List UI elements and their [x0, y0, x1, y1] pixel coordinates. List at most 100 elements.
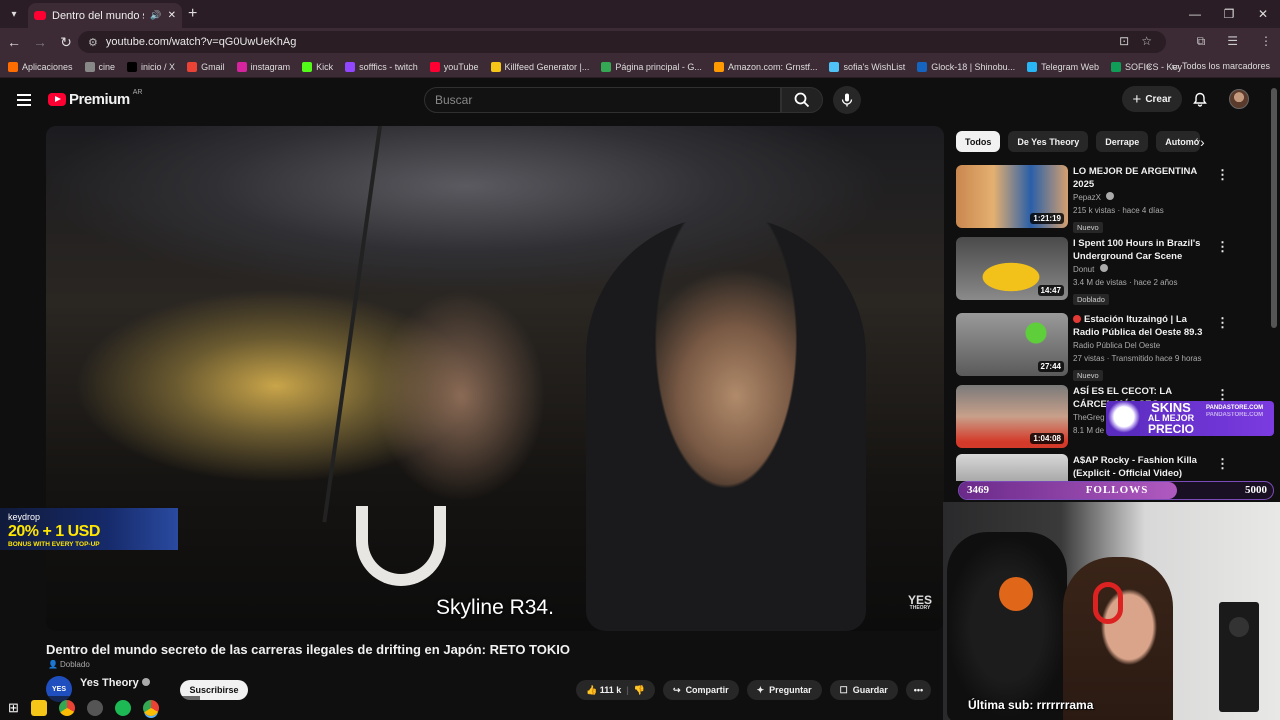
search-input[interactable]: Buscar	[424, 87, 781, 113]
create-button[interactable]: + Crear	[1122, 86, 1182, 112]
install-app-icon[interactable]: ⊡	[1119, 34, 1129, 48]
bookmark-item[interactable]: Killfeed Generator |...	[490, 61, 590, 72]
search-button[interactable]	[781, 87, 823, 113]
chip-cars[interactable]: Automóvi	[1156, 131, 1201, 152]
site-info-icon[interactable]: ⚙	[88, 36, 98, 49]
address-bar[interactable]: ⚙ youtube.com/watch?v=qG0UwUeKhAg ⊡ ☆	[78, 31, 1166, 53]
back-button[interactable]: ←	[2, 34, 26, 50]
more-vertical-icon[interactable]: ⋮	[1216, 167, 1229, 183]
bookmark-item[interactable]: Glock-18 | Shinobu...	[917, 61, 1015, 72]
all-bookmarks-label: Todos los marcadores	[1181, 61, 1270, 71]
dubbed-badge: 👤 Doblado	[48, 660, 90, 669]
windows-start-icon[interactable]: ⊞	[8, 700, 19, 716]
bookmark-label: inicio / X	[141, 61, 176, 72]
bookmark-item[interactable]: Telegram Web	[1027, 61, 1099, 72]
thumbs-down-icon[interactable]: 👎	[634, 685, 645, 696]
extensions-icon[interactable]: ⧉	[1197, 34, 1206, 49]
bookmark-label: sofia's WishList	[843, 61, 906, 72]
bookmark-item[interactable]: Kick	[302, 61, 333, 72]
more-vertical-icon[interactable]: ⋮	[1216, 239, 1229, 255]
verified-icon	[1106, 192, 1115, 200]
chevron-right-icon[interactable]: ›	[1200, 134, 1205, 150]
reload-button[interactable]: ↻	[54, 34, 78, 51]
bookmark-item[interactable]: Aplicaciones	[8, 61, 73, 72]
all-bookmarks-button[interactable]: ▭ Todos los marcadores	[1171, 61, 1270, 72]
steam-icon[interactable]	[86, 700, 103, 716]
gaming-chair	[947, 532, 1067, 720]
channel-name[interactable]: Yes Theory	[80, 677, 150, 689]
new-tab-button[interactable]: +	[188, 5, 197, 23]
chevron-double-right-icon[interactable]: »	[1146, 61, 1151, 72]
bookmark-item[interactable]: Página principal - G...	[601, 61, 702, 72]
browser-tab[interactable]: Dentro del mundo secreto d 🔊 ✕	[28, 3, 182, 28]
recommendation-item[interactable]: 27:44 Estación Ituzaingó | La Radio Públ…	[956, 313, 1256, 383]
more-actions-button[interactable]: •••	[905, 680, 932, 700]
bookmark-item[interactable]: Amazon.com: Grnstf...	[713, 61, 817, 72]
channel-watermark[interactable]: YES THEORY	[908, 594, 932, 610]
notifications-button[interactable]	[1193, 92, 1207, 112]
chair-logo-icon	[999, 577, 1033, 611]
close-window-button[interactable]: ✕	[1246, 0, 1280, 28]
bookmark-item[interactable]: cine	[84, 61, 115, 72]
like-count: 111 k	[599, 684, 622, 695]
more-vertical-icon[interactable]: ⋮	[1216, 315, 1229, 331]
recommendation-item[interactable]: A$AP Rocky - Fashion Killa (Explicit - O…	[956, 454, 1256, 481]
like-button[interactable]: 👍 111 k	[586, 685, 621, 696]
chip-drift[interactable]: Derrape	[1096, 131, 1149, 152]
video-frame-detail	[586, 216, 866, 631]
plus-icon: +	[1132, 90, 1142, 108]
voice-search-button[interactable]	[833, 86, 861, 114]
page-scrollbar[interactable]	[1271, 88, 1277, 328]
reading-list-icon[interactable]: ☰	[1227, 34, 1238, 49]
chrome-active-icon[interactable]	[142, 700, 159, 716]
tab-close-icon[interactable]: ✕	[168, 10, 176, 21]
restore-button[interactable]: ❐	[1212, 0, 1246, 28]
spotify-icon[interactable]	[114, 700, 131, 716]
recommendation-item[interactable]: 14:47 I Spent 100 Hours in Brazil's Unde…	[956, 237, 1256, 307]
recommendation-channel: Radio Pública Del Oeste	[1073, 341, 1161, 350]
bookmark-favicon-icon	[917, 61, 928, 72]
channel-label: PepazX	[1073, 193, 1102, 202]
file-explorer-icon[interactable]	[30, 700, 47, 716]
menu-hamburger-icon[interactable]	[17, 94, 31, 106]
save-button[interactable]: ☐ Guardar	[829, 680, 898, 700]
bookmark-item[interactable]: youTube	[429, 61, 479, 72]
bookmark-item[interactable]: Gmail	[187, 61, 225, 72]
bookmark-label: instagram	[250, 61, 291, 72]
chip-from-channel[interactable]: De Yes Theory	[1008, 131, 1089, 152]
skins-url-1: PANDASTORE.COM	[1206, 405, 1264, 411]
headset-icon	[1093, 582, 1123, 624]
bookmark-item[interactable]: sofia's WishList	[829, 61, 906, 72]
video-thumbnail[interactable]: 1:21:19	[956, 165, 1068, 228]
account-avatar[interactable]	[1229, 89, 1249, 109]
tab-search-icon[interactable]: ▾	[0, 0, 28, 28]
recommendation-item[interactable]: 1:21:19 LO MEJOR DE ARGENTINA 2025 Pepaz…	[956, 165, 1256, 235]
chip-all[interactable]: Todos	[956, 131, 1001, 152]
video-thumbnail[interactable]	[956, 454, 1068, 481]
chrome-icon[interactable]	[58, 700, 75, 716]
country-code: AR	[132, 89, 143, 96]
bookmark-favicon-icon	[302, 61, 313, 72]
minimize-button[interactable]: —	[1178, 0, 1212, 28]
share-button[interactable]: ↪ Compartir	[663, 680, 739, 700]
tab-audio-icon[interactable]: 🔊	[150, 10, 161, 21]
bookmark-label: Killfeed Generator |...	[504, 61, 590, 72]
streamer-webcam	[943, 502, 1280, 720]
video-player[interactable]: Skyline R34. YES THEORY	[46, 126, 944, 631]
new-badge: Nuevo	[1073, 222, 1103, 233]
forward-button[interactable]: →	[28, 34, 52, 50]
bookmark-item[interactable]: instagram	[236, 61, 291, 72]
new-badge: Nuevo	[1073, 370, 1103, 381]
live-indicator-icon	[1073, 315, 1081, 323]
video-thumbnail[interactable]: 27:44	[956, 313, 1068, 376]
video-thumbnail[interactable]: 14:47	[956, 237, 1068, 300]
bookmark-item[interactable]: sofffics - twitch	[345, 61, 418, 72]
ask-button[interactable]: ✦ Preguntar	[746, 680, 822, 700]
video-thumbnail[interactable]: 1:04:08	[956, 385, 1068, 448]
youtube-logo[interactable]: Premium AR	[48, 89, 143, 108]
more-vertical-icon[interactable]: ⋮	[1216, 456, 1229, 472]
menu-kebab-icon[interactable]: ⋮	[1260, 34, 1272, 49]
bookmark-item[interactable]: inicio / X	[127, 61, 176, 72]
follower-goal-target: 5000	[1245, 484, 1267, 496]
bookmark-star-icon[interactable]: ☆	[1141, 34, 1152, 48]
